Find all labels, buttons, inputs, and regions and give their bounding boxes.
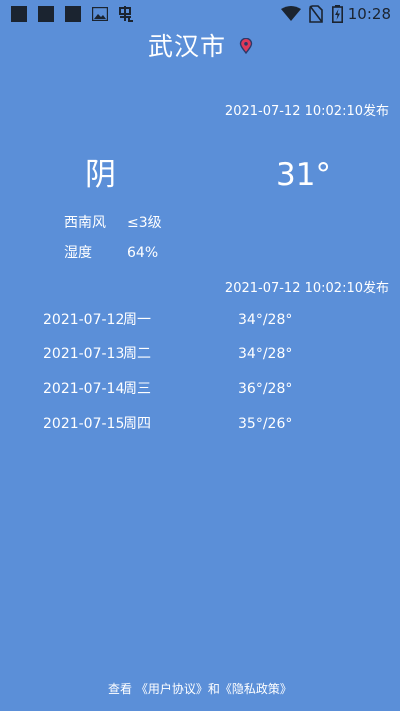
privacy-policy-link[interactable]: 《隐私政策》 xyxy=(220,681,292,697)
humidity-label: 湿度 xyxy=(64,245,92,261)
city-name: 武汉市 xyxy=(148,32,227,61)
forecast-row: 2021-07-14 周三 36°/28° xyxy=(0,380,400,400)
forecast-date: 2021-07-13 xyxy=(43,346,125,362)
forecast-temp: 34°/28° xyxy=(238,312,293,328)
wind-label: 西南风 xyxy=(64,215,106,231)
status-bar: 10:28 xyxy=(0,0,400,28)
current-published-time: 2021-07-12 10:02:10发布 xyxy=(224,104,389,119)
app-icon xyxy=(119,6,133,22)
wifi-icon xyxy=(281,6,301,21)
forecast-row: 2021-07-12 周一 34°/28° xyxy=(0,311,400,331)
current-temperature: 31° xyxy=(276,157,331,193)
forecast-weekday: 周一 xyxy=(123,312,151,328)
forecast-date: 2021-07-15 xyxy=(43,416,125,432)
forecast-date: 2021-07-12 xyxy=(43,312,125,328)
forecast-temp: 36°/28° xyxy=(238,381,293,397)
battery-charging-icon xyxy=(332,5,343,23)
forecast-weekday: 周三 xyxy=(123,381,151,397)
forecast-weekday: 周四 xyxy=(123,416,151,432)
current-condition: 阴 xyxy=(85,157,116,193)
footer-links: 查看 《用户协议》和《隐私政策》 xyxy=(0,681,400,697)
wind-value: ≤3级 xyxy=(127,215,162,231)
forecast-temp: 35°/26° xyxy=(238,416,293,432)
humidity-value: 64% xyxy=(127,245,159,261)
forecast-date: 2021-07-14 xyxy=(43,381,125,397)
forecast-row: 2021-07-13 周二 34°/28° xyxy=(0,345,400,365)
forecast-weekday: 周二 xyxy=(123,346,151,362)
no-sim-icon xyxy=(309,5,323,23)
user-agreement-link[interactable]: 《用户协议》 xyxy=(136,681,208,697)
notification-square-icon xyxy=(65,6,81,22)
footer-and: 和 xyxy=(207,682,220,696)
notification-square-icon xyxy=(38,6,54,22)
notification-square-icon xyxy=(11,6,27,22)
image-icon xyxy=(92,7,108,21)
forecast-published-time: 2021-07-12 10:02:10发布 xyxy=(224,281,389,296)
forecast-temp: 34°/28° xyxy=(238,346,293,362)
location-pin-icon[interactable] xyxy=(239,38,253,54)
forecast-row: 2021-07-15 周四 35°/26° xyxy=(0,415,400,435)
status-time: 10:28 xyxy=(347,5,391,23)
footer-prefix: 查看 xyxy=(108,682,133,696)
